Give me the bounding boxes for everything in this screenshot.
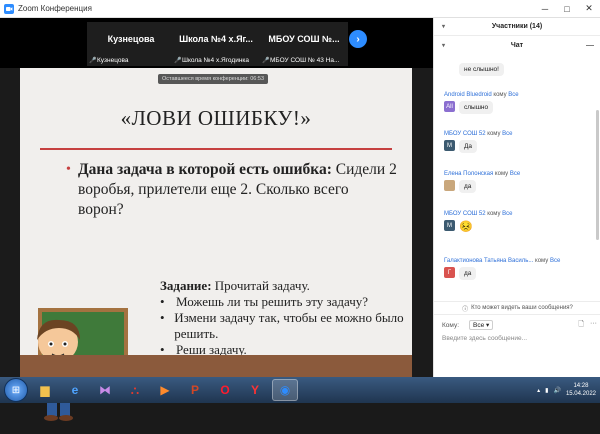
avatar: М: [444, 220, 455, 231]
chat-message: МБОУ СОШ 52 кому Все М Да: [444, 131, 594, 153]
time-remaining-notice: Оставшееся время конференции: 06:53: [158, 74, 268, 84]
participant-thumbnail[interactable]: Кузнецова 🎤 Кузнецова: [87, 22, 175, 66]
participant-thumbnail[interactable]: Школа №4 х.Яг... 🎤 Школа №4 х.Ягодинка: [172, 22, 260, 66]
file-icon[interactable]: 🗋: [578, 320, 584, 331]
start-button[interactable]: ⊞: [4, 378, 28, 402]
thumbnail-label: 🎤 Кузнецова: [89, 57, 129, 64]
chat-scrollbar[interactable]: [596, 110, 599, 240]
zoom-icon: [4, 3, 14, 14]
chat-message: МБОУ СОШ 52 кому Все М 😣: [444, 211, 594, 233]
who-can-see-link[interactable]: ⓘ Кто может видеть ваши сообщения?: [434, 301, 600, 315]
slide-title: «ЛОВИ ОШИБКУ!»: [120, 106, 312, 130]
thumbnail-label: 🎤 Школа №4 х.Ягодинка: [174, 57, 250, 64]
tray-arrow-icon[interactable]: ▴: [537, 387, 540, 394]
participants-header[interactable]: ▾ Участники (14): [434, 18, 600, 36]
chevron-down-icon: ▾: [486, 322, 490, 329]
message-input[interactable]: Введите здесь сообщение...: [442, 335, 592, 342]
chevron-right-icon: ›: [356, 33, 360, 45]
chat-message: Галактионова Татьяна Василь... кому Все …: [444, 258, 594, 280]
taskbar-media-icon[interactable]: ⧓: [92, 379, 118, 401]
thumbnail-name: МБОУ СОШ №...: [268, 34, 340, 44]
chat-message: Android Bluedroid кому Все All слышно: [444, 92, 594, 114]
thumbnail-name: Кузнецова: [107, 34, 155, 44]
thumbnail-label: 🎤 МБОУ СОШ № 43 На...: [262, 57, 340, 64]
slide-task: • Дана задача в которой есть ошибка: Сид…: [66, 161, 397, 218]
message-emoji: 😣: [459, 221, 473, 233]
chat-title: Чат: [510, 41, 524, 49]
message-text: слышно: [459, 101, 494, 114]
chevron-down-icon: ▾: [442, 24, 446, 30]
participant-thumbnail[interactable]: МБОУ СОШ №... 🎤 МБОУ СОШ № 43 На...: [260, 22, 348, 66]
chat-header[interactable]: ▾ Чат —: [434, 36, 600, 54]
minimize-button[interactable]: ─: [534, 0, 556, 18]
message-sender: МБОУ СОШ 52 кому Все: [444, 211, 513, 217]
system-tray: ▴ ▮ 🔊 14:28 15.04.2022: [537, 382, 596, 398]
taskbar-folder-icon[interactable]: ▆: [32, 379, 58, 401]
slide-floor: [20, 355, 412, 377]
volume-icon[interactable]: 🔊: [553, 387, 560, 394]
next-page-button[interactable]: ›: [349, 30, 367, 48]
message-sender: Елена Полонская кому Все: [444, 171, 521, 177]
taskbar-opera-icon[interactable]: O: [212, 379, 238, 401]
network-icon[interactable]: ▮: [545, 387, 548, 394]
windows-taskbar: ⊞ ▆ e ⧓ ⛬ ▶ P O Y ◉ ▴ ▮ 🔊 14:28 15.04.20…: [0, 377, 600, 403]
shared-slide: «ЛОВИ ОШИБКУ!» • Дана задача в которой е…: [20, 68, 412, 421]
window-title: Zoom Конференция: [18, 4, 92, 13]
clock-time: 14:28: [573, 383, 589, 389]
minimize-icon: ─: [541, 3, 549, 14]
side-panel: ▾ Участники (14) ▾ Чат — не слышно! Andr…: [433, 18, 600, 377]
taskbar-ie-icon[interactable]: e: [62, 379, 88, 401]
participants-title: Участники (14): [491, 23, 543, 30]
avatar: [444, 180, 455, 191]
message-text: да: [459, 180, 477, 193]
zoom-window: Zoom Конференция ─ □ ✕ Кузнецова 🎤 Кузнец…: [0, 0, 600, 421]
close-button[interactable]: ✕: [578, 0, 600, 18]
bullet-icon: •: [66, 162, 71, 177]
close-icon: ✕: [585, 3, 593, 13]
taskbar-powerpoint-icon[interactable]: P: [182, 379, 208, 401]
more-icon[interactable]: ···: [590, 320, 597, 331]
clock-date: 15.04.2022: [565, 391, 596, 397]
message-sender: МБОУ СОШ 52 кому Все: [444, 131, 513, 137]
mic-muted-icon: 🎤: [262, 58, 270, 64]
minimize-icon[interactable]: —: [586, 41, 594, 50]
recipient-row: Кому: Все ▾ 🗋 ···: [442, 319, 597, 331]
message-text: Да: [459, 140, 478, 153]
mic-muted-icon: 🎤: [174, 58, 182, 64]
taskbar-player-icon[interactable]: ▶: [152, 379, 178, 401]
taskbar-zoom-icon[interactable]: ◉: [272, 379, 298, 401]
message-sender: Галактионова Татьяна Василь... кому Все: [444, 258, 561, 264]
avatar: М: [444, 140, 455, 151]
taskbar-yandex-icon[interactable]: Y: [242, 379, 268, 401]
recipient-select[interactable]: Все ▾: [469, 320, 494, 330]
avatar: Г: [444, 267, 455, 278]
avatar: All: [444, 101, 455, 112]
window-controls: ─ □ ✕: [534, 0, 600, 18]
taskbar-pdf-icon[interactable]: ⛬: [122, 379, 148, 401]
video-area: Кузнецова 🎤 Кузнецова Школа №4 х.Яг... 🎤 Ш…: [0, 18, 433, 421]
thumbnail-name: Школа №4 х.Яг...: [179, 34, 253, 44]
message-text: не слышно!: [459, 63, 504, 76]
chat-message: Елена Полонская кому Все да: [444, 171, 594, 193]
message-sender: Android Bluedroid кому Все: [444, 92, 519, 98]
chat-message: не слышно!: [444, 60, 594, 76]
chevron-down-icon: ▾: [442, 42, 446, 49]
windows-logo-icon: ⊞: [11, 384, 21, 396]
info-icon: ⓘ: [462, 306, 469, 313]
slide-divider: [40, 148, 392, 150]
slide-assignment: Задание: Прочитай задачу. • Можешь ли ты …: [160, 278, 404, 357]
maximize-button[interactable]: □: [556, 0, 578, 18]
mic-muted-icon: 🎤: [89, 58, 97, 64]
maximize-icon: □: [564, 3, 570, 14]
clock[interactable]: 14:28 15.04.2022: [566, 382, 596, 398]
chat-messages[interactable]: не слышно! Android Bluedroid кому Все Al…: [434, 58, 600, 309]
thumbnail-strip: Кузнецова 🎤 Кузнецова Школа №4 х.Яг... 🎤 Ш…: [0, 18, 433, 68]
title-bar: Zoom Конференция ─ □ ✕: [0, 0, 600, 18]
message-text: да: [459, 267, 477, 280]
recipient-label: Кому:: [442, 321, 459, 329]
